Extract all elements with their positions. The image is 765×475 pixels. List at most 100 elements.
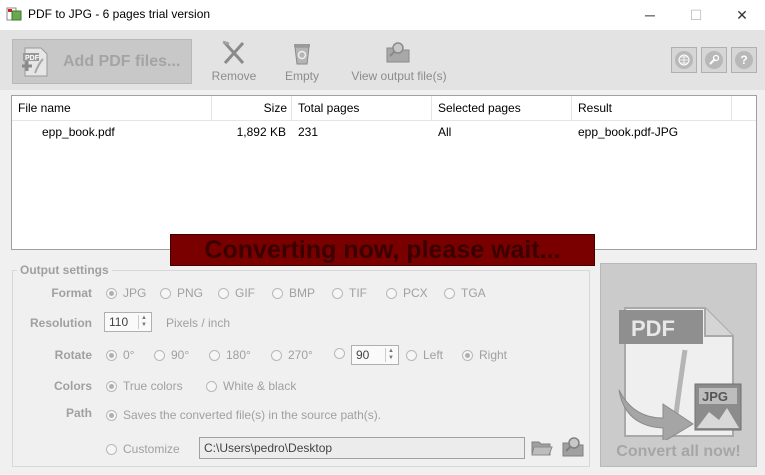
resolution-stepper[interactable]: 110 ▲ ▼ xyxy=(104,312,152,332)
radio-pcx[interactable] xyxy=(386,287,397,299)
radio-rotate-custom[interactable] xyxy=(334,348,345,359)
radio-true-colors[interactable] xyxy=(106,380,117,392)
remove-button[interactable]: Remove xyxy=(206,40,262,83)
format-option-gif[interactable]: GIF xyxy=(218,286,255,300)
customize-label: Customize xyxy=(123,442,180,456)
remove-icon xyxy=(222,40,245,65)
rotate-direction-right[interactable]: Right xyxy=(462,348,507,362)
file-list-header: File name Size Total pages Selected page… xyxy=(12,96,756,121)
pdf-to-jpg-icon: PDF JPG xyxy=(618,307,742,440)
rotate-right-label: Right xyxy=(479,348,508,362)
rotate-90-label: 90° xyxy=(171,348,190,362)
rotate-label: Rotate xyxy=(54,348,92,362)
rotate-option-270[interactable]: 270° xyxy=(271,348,313,362)
column-header-size[interactable]: Size xyxy=(212,96,292,120)
format-option-png[interactable]: PNG xyxy=(160,286,203,300)
globe-icon xyxy=(675,51,693,69)
view-output-files-label: View output file(s) xyxy=(351,69,447,83)
radio-left[interactable] xyxy=(406,349,417,361)
help-button[interactable]: ? xyxy=(731,47,757,73)
rotate-270-label: 270° xyxy=(288,348,313,362)
converting-status-banner: Converting now, please wait... xyxy=(170,234,595,266)
radio-white-black[interactable] xyxy=(206,380,217,392)
cell-selected-pages: All xyxy=(438,125,452,139)
folder-search-icon xyxy=(386,42,410,63)
cell-result: epp_book.pdf-JPG xyxy=(578,125,679,139)
path-option-customize[interactable]: Customize xyxy=(106,442,180,456)
rotate-0-label: 0° xyxy=(123,348,135,362)
open-output-folder-button[interactable] xyxy=(561,436,587,461)
app-icon xyxy=(6,6,22,22)
rotate-custom-value: 90 xyxy=(356,348,370,362)
browse-folder-button[interactable] xyxy=(531,438,553,461)
stepper-arrows-icon[interactable]: ▲ ▼ xyxy=(138,315,149,329)
column-header-file-name[interactable]: File name xyxy=(12,96,212,120)
format-option-jpg[interactable]: JPG xyxy=(106,286,146,300)
convert-all-now-button[interactable]: PDF JPG Convert all now! xyxy=(600,263,757,467)
radio-gif[interactable] xyxy=(218,287,229,299)
radio-rotate-270[interactable] xyxy=(271,349,282,361)
radio-bmp[interactable] xyxy=(272,287,283,299)
folder-open-icon xyxy=(531,441,553,456)
stepper-arrows-icon[interactable]: ▲ ▼ xyxy=(385,348,396,362)
rotate-option-custom[interactable] xyxy=(334,348,351,359)
rotate-option-90[interactable]: 90° xyxy=(154,348,189,362)
radio-tif[interactable] xyxy=(332,287,343,299)
settings-button[interactable] xyxy=(701,47,727,73)
radio-rotate-90[interactable] xyxy=(154,349,165,361)
rotate-custom-stepper[interactable]: 90 ▲ ▼ xyxy=(351,345,399,365)
resolution-value: 110 xyxy=(109,315,129,329)
format-png-label: PNG xyxy=(177,286,204,300)
folder-search-icon xyxy=(562,437,584,457)
radio-right[interactable] xyxy=(462,349,473,361)
rotate-direction-left[interactable]: Left xyxy=(406,348,443,362)
cell-total-pages: 231 xyxy=(298,125,319,139)
minimize-button[interactable]: ─ xyxy=(627,0,673,30)
format-gif-label: GIF xyxy=(235,286,255,300)
format-option-tga[interactable]: TGA xyxy=(444,286,486,300)
true-colors-label: True colors xyxy=(123,379,183,393)
maximize-button[interactable]: ☐ xyxy=(673,0,719,30)
rotate-180-label: 180° xyxy=(226,348,251,362)
radio-rotate-180[interactable] xyxy=(209,349,220,361)
remove-label: Remove xyxy=(211,69,257,83)
converting-status-text: Converting now, please wait... xyxy=(204,235,561,264)
add-pdf-files-button[interactable]: PDF Add PDF files... xyxy=(12,39,192,84)
close-button[interactable]: ✕ xyxy=(719,0,765,30)
format-bmp-label: BMP xyxy=(289,286,316,300)
path-option-source[interactable]: Saves the converted file(s) in the sourc… xyxy=(106,408,381,422)
format-option-bmp[interactable]: BMP xyxy=(272,286,315,300)
radio-jpg[interactable] xyxy=(106,287,117,299)
cell-size: 1,892 KB xyxy=(236,125,286,139)
column-header-total-pages[interactable]: Total pages xyxy=(292,96,432,120)
resolution-unit: Pixels / inch xyxy=(166,316,231,330)
jpg-badge: JPG xyxy=(702,389,728,404)
language-button[interactable] xyxy=(671,47,697,73)
empty-button[interactable]: Empty xyxy=(278,42,326,83)
colors-option-true[interactable]: True colors xyxy=(106,379,183,393)
format-option-tif[interactable]: TIF xyxy=(332,286,367,300)
colors-option-bw[interactable]: White & black xyxy=(206,379,296,393)
wrench-icon xyxy=(705,51,723,69)
format-tif-label: TIF xyxy=(349,286,367,300)
format-pcx-label: PCX xyxy=(403,286,428,300)
file-list[interactable]: File name Size Total pages Selected page… xyxy=(11,95,757,250)
format-label: Format xyxy=(51,286,92,300)
rotate-left-label: Left xyxy=(423,348,444,362)
white-black-label: White & black xyxy=(223,379,297,393)
format-option-pcx[interactable]: PCX xyxy=(386,286,428,300)
radio-rotate-0[interactable] xyxy=(106,349,117,361)
output-settings-legend: Output settings xyxy=(17,263,112,277)
view-output-files-button[interactable]: View output file(s) xyxy=(342,40,456,83)
column-header-result[interactable]: Result xyxy=(572,96,732,120)
radio-customize[interactable] xyxy=(106,443,117,455)
format-jpg-label: JPG xyxy=(123,286,147,300)
radio-tga[interactable] xyxy=(444,287,455,299)
radio-png[interactable] xyxy=(160,287,171,299)
rotate-option-180[interactable]: 180° xyxy=(209,348,251,362)
column-header-selected-pages[interactable]: Selected pages xyxy=(432,96,572,120)
rotate-option-0[interactable]: 0° xyxy=(106,348,134,362)
output-path-input[interactable]: C:\Users\pedro\Desktop xyxy=(199,437,525,459)
radio-source-path[interactable] xyxy=(106,409,117,421)
help-icon: ? xyxy=(735,51,753,69)
